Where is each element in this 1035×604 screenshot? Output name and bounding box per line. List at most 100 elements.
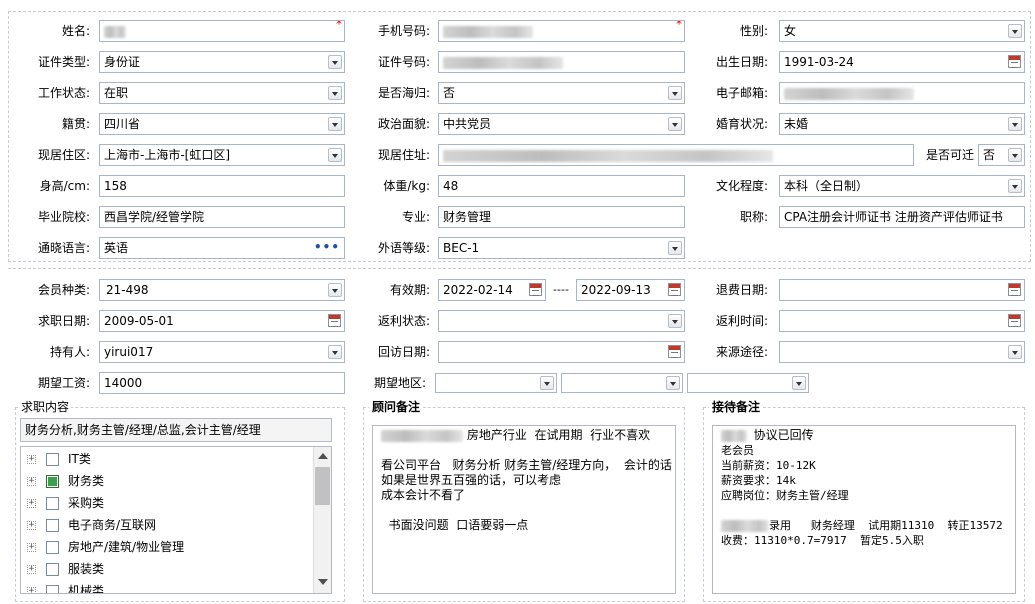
validity-to-field[interactable]: 2022-09-13: [576, 279, 685, 301]
major-field[interactable]: 财务管理: [438, 206, 685, 228]
validity-label: 有效期:: [389, 283, 430, 297]
calendar-icon[interactable]: [1008, 55, 1021, 68]
calendar-icon[interactable]: [668, 345, 681, 358]
expand-icon[interactable]: +: [27, 565, 36, 574]
calendar-icon[interactable]: [668, 283, 681, 296]
holder-select[interactable]: yirui017: [99, 341, 345, 363]
overseas-label: 是否海归:: [377, 86, 430, 100]
checkbox[interactable]: [46, 519, 59, 532]
redacted-phone: [443, 25, 533, 38]
id-number-field[interactable]: [438, 51, 685, 73]
checkbox[interactable]: [46, 453, 59, 466]
more-options-icon[interactable]: •••: [314, 238, 340, 256]
expand-icon[interactable]: +: [27, 543, 36, 552]
region-select-3[interactable]: [687, 373, 809, 393]
visit-date-field[interactable]: [438, 341, 685, 363]
scroll-down-icon[interactable]: [318, 579, 328, 585]
job-date-field[interactable]: 2009-05-01: [99, 310, 345, 332]
job-content-summary[interactable]: 财务分析,财务主管/经理/总监,会计主管/经理: [20, 418, 332, 442]
phone-field[interactable]: *: [438, 20, 685, 42]
member-type-select[interactable]: 21-498: [99, 279, 345, 301]
advisor-notes-textarea[interactable]: 房地产行业 在试用期 行业不喜欢 看公司平台 财务分析 财务主管/经理方向， 会…: [372, 425, 676, 594]
chevron-down-icon[interactable]: [328, 55, 342, 69]
birth-date-field[interactable]: 1991-03-24: [779, 51, 1025, 73]
tree-item-label: 财务类: [68, 474, 105, 488]
holder-value: yirui017: [104, 345, 154, 359]
note-line: 房地产行业 在试用期 行业不喜欢: [381, 428, 667, 443]
visit-date-label: 回访日期:: [377, 345, 430, 359]
calendar-icon[interactable]: [529, 283, 542, 296]
native-place-select[interactable]: 四川省: [99, 113, 345, 135]
chevron-down-icon[interactable]: [668, 117, 682, 131]
rebate-time-field[interactable]: [779, 310, 1025, 332]
school-field[interactable]: 西昌学院/经管学院: [99, 206, 345, 228]
id-type-select[interactable]: 身份证: [99, 51, 345, 73]
expand-icon[interactable]: +: [27, 455, 36, 464]
checkbox[interactable]: [46, 585, 59, 593]
political-select[interactable]: 中共党员: [438, 113, 685, 135]
redacted-name: [104, 25, 126, 38]
chevron-down-icon[interactable]: [328, 283, 342, 297]
rebate-status-select[interactable]: [438, 310, 685, 332]
checkbox[interactable]: [46, 563, 59, 576]
residence-label: 现居住区:: [37, 148, 90, 162]
note-line: 应聘岗位：财务主管/经理: [721, 489, 849, 502]
weight-field[interactable]: 48: [438, 175, 685, 197]
calendar-icon[interactable]: [1008, 283, 1021, 296]
note-line: 协议已回传: [721, 428, 1007, 443]
language-field[interactable]: 英语 •••: [99, 237, 345, 259]
email-field[interactable]: [779, 82, 1025, 104]
scroll-up-icon[interactable]: [318, 453, 328, 459]
expand-icon[interactable]: +: [27, 587, 36, 593]
chevron-down-icon[interactable]: [328, 148, 342, 162]
expand-icon[interactable]: +: [27, 477, 36, 486]
education-select[interactable]: 本科（全日制）: [779, 175, 1025, 197]
required-marker: *: [336, 20, 342, 31]
relocatable-select[interactable]: 否: [978, 144, 1025, 166]
validity-from-field[interactable]: 2022-02-14: [438, 279, 546, 301]
region-select-2[interactable]: [561, 373, 683, 393]
title-field[interactable]: CPA注册会计师证书 注册资产评估师证书: [779, 206, 1025, 228]
job-category-tree[interactable]: + IT类 + 财务类 + 采购类 + 电子商务/互联网 + 房地产/建筑/物业管理 + 服…: [20, 446, 332, 594]
redacted-text: [381, 429, 463, 442]
chevron-down-icon[interactable]: [668, 86, 682, 100]
chevron-down-icon[interactable]: [668, 241, 682, 255]
chevron-down-icon[interactable]: [1008, 179, 1022, 193]
chevron-down-icon[interactable]: [1008, 148, 1022, 162]
expand-icon[interactable]: +: [27, 521, 36, 530]
tree-scrollbar[interactable]: [313, 447, 331, 593]
native-place-value: 四川省: [104, 117, 141, 131]
salary-field[interactable]: 14000: [99, 372, 345, 394]
refund-date-field[interactable]: [779, 279, 1025, 301]
chevron-down-icon[interactable]: [1008, 117, 1022, 131]
expand-icon[interactable]: +: [27, 499, 36, 508]
source-select[interactable]: [779, 341, 1025, 363]
height-field[interactable]: 158: [99, 175, 345, 197]
work-status-select[interactable]: 在职: [99, 82, 345, 104]
reception-notes-textarea[interactable]: 协议已回传 老会员 当前薪资：10-12K 薪资要求：14k 应聘岗位：财务主管…: [712, 425, 1016, 594]
address-field[interactable]: [438, 144, 914, 166]
gender-select[interactable]: 女: [779, 20, 1025, 42]
checkbox[interactable]: [46, 497, 59, 510]
calendar-icon[interactable]: [328, 314, 341, 327]
chevron-down-icon[interactable]: [328, 86, 342, 100]
language-level-select[interactable]: BEC-1: [438, 237, 685, 259]
chevron-down-icon[interactable]: [540, 376, 554, 390]
note-line: 书面没问题 口语要弱一点: [381, 518, 529, 532]
name-field[interactable]: *: [99, 20, 345, 42]
chevron-down-icon[interactable]: [1008, 345, 1022, 359]
region-select-1[interactable]: [435, 373, 557, 393]
chevron-down-icon[interactable]: [328, 117, 342, 131]
calendar-icon[interactable]: [1008, 314, 1021, 327]
chevron-down-icon[interactable]: [668, 314, 682, 328]
chevron-down-icon[interactable]: [792, 376, 806, 390]
residence-select[interactable]: 上海市-上海市-[虹口区]: [99, 144, 345, 166]
chevron-down-icon[interactable]: [328, 345, 342, 359]
chevron-down-icon[interactable]: [1008, 24, 1022, 38]
overseas-select[interactable]: 否: [438, 82, 685, 104]
checkbox-checked[interactable]: [46, 475, 59, 488]
scroll-thumb[interactable]: [315, 467, 330, 505]
checkbox[interactable]: [46, 541, 59, 554]
marital-select[interactable]: 未婚: [779, 113, 1025, 135]
chevron-down-icon[interactable]: [666, 376, 680, 390]
